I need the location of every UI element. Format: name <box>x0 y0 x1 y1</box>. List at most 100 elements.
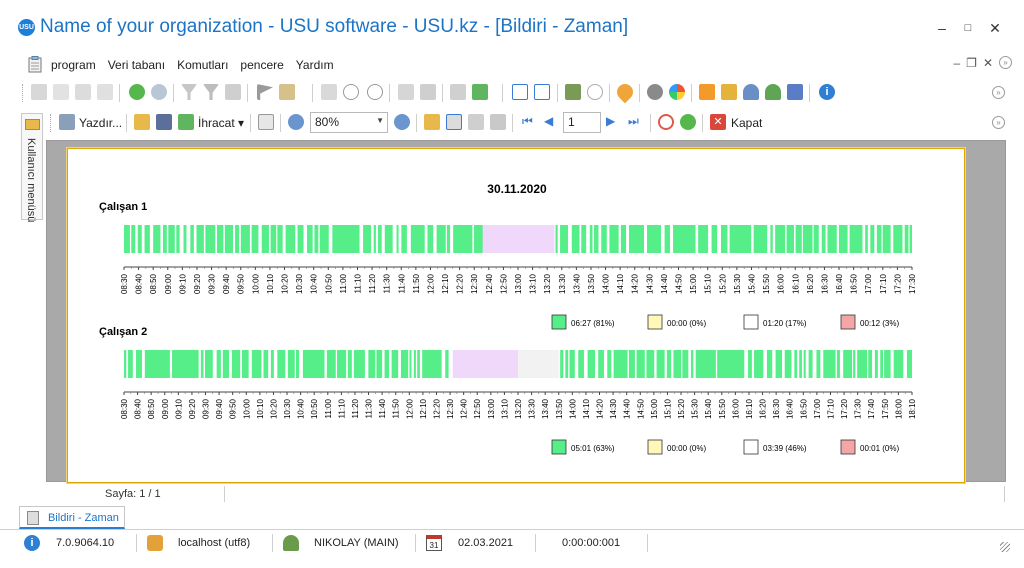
toolbar-overflow-icon[interactable]: » <box>992 86 1005 99</box>
maximize-button[interactable]: □ <box>958 18 978 38</box>
layout-icon[interactable] <box>446 114 462 130</box>
activity-segment <box>589 225 593 253</box>
activity-segment <box>609 225 619 253</box>
axis-tick-label: 09:50 <box>229 398 238 419</box>
user-menu-tab[interactable]: Kullanıcı menüsü <box>21 113 43 222</box>
axis-tick-label: 10:50 <box>310 398 319 419</box>
axis-tick-label: 15:10 <box>704 273 713 294</box>
insert-column-icon[interactable] <box>398 84 414 100</box>
printer-icon[interactable] <box>59 114 75 130</box>
activity-segment <box>555 225 558 253</box>
export-dropdown[interactable]: İhracat ▾ <box>198 116 244 130</box>
zoom-out-icon[interactable] <box>394 114 410 130</box>
menu-commands[interactable]: Komutları <box>177 58 228 72</box>
reload-icon[interactable] <box>680 114 696 130</box>
activity-segment <box>241 350 249 378</box>
close-window-button[interactable]: ✕ <box>985 18 1005 38</box>
minimize-button[interactable]: – <box>932 18 952 38</box>
expand-down-icon[interactable] <box>343 84 359 100</box>
menu-help[interactable]: Yardım <box>296 58 334 72</box>
axis-tick-label: 12:30 <box>470 273 479 294</box>
color-palette-icon[interactable] <box>669 84 685 100</box>
new-window-icon[interactable] <box>512 84 528 100</box>
image-icon[interactable] <box>279 84 295 100</box>
mdi-minimize-button[interactable]: – <box>953 56 960 70</box>
exit-icon[interactable] <box>565 84 581 100</box>
flag-icon[interactable] <box>257 84 273 100</box>
report-preview[interactable]: 30.11.2020 Çalışan 1 08:30 08:40 08:50 09:00 0… <box>46 140 1006 483</box>
refresh-icon[interactable] <box>129 84 145 100</box>
page-setup-icon[interactable] <box>490 114 506 130</box>
users-icon[interactable] <box>765 84 781 100</box>
export-icon[interactable] <box>178 114 194 130</box>
search-icon[interactable] <box>151 84 167 100</box>
next-page-icon[interactable]: ▶ <box>606 114 622 130</box>
page-number-input[interactable]: 1 <box>563 112 601 133</box>
save-record-icon[interactable] <box>97 84 113 100</box>
mdi-restore-button[interactable]: ❐ <box>966 56 977 70</box>
axis-tick-label: 16:40 <box>835 273 844 294</box>
axis-tick-label: 11:30 <box>365 398 374 418</box>
menu-bar: program Veri tabanı Komutları pencere Ya… <box>22 55 1012 75</box>
user-settings-icon[interactable] <box>743 84 759 100</box>
history-icon[interactable] <box>587 84 603 100</box>
separator <box>415 534 416 552</box>
menu-database[interactable]: Veri tabanı <box>108 58 165 72</box>
activity-segment <box>656 350 665 378</box>
copy-table-icon[interactable] <box>450 84 466 100</box>
separator <box>250 114 251 132</box>
axis-tick-label: 10:00 <box>242 398 251 419</box>
open-folder-icon[interactable] <box>134 114 150 130</box>
first-page-icon[interactable]: ⏮ <box>522 114 538 130</box>
page-preview-icon[interactable] <box>258 114 274 130</box>
find-icon[interactable] <box>468 114 484 130</box>
legend-swatch <box>840 314 856 330</box>
menu-window[interactable]: pencere <box>240 58 283 72</box>
collapse-up-icon[interactable] <box>367 84 383 100</box>
lock-icon[interactable] <box>721 84 737 100</box>
previous-page-icon[interactable]: ◀ <box>544 114 560 130</box>
toolbar-options-icon[interactable]: » <box>999 56 1012 69</box>
copy-icon[interactable] <box>53 84 69 100</box>
tree-icon[interactable] <box>424 114 440 130</box>
activity-segment <box>565 350 569 378</box>
tab-report-time[interactable]: Bildiri - Zaman <box>19 506 125 529</box>
resize-grip[interactable] <box>1000 542 1010 552</box>
rss-icon[interactable] <box>699 84 715 100</box>
delete-icon[interactable] <box>31 84 47 100</box>
activity-segment <box>373 225 376 253</box>
stop-icon[interactable] <box>658 114 674 130</box>
edit-icon[interactable] <box>75 84 91 100</box>
settings-icon[interactable] <box>647 84 663 100</box>
separator <box>312 84 313 102</box>
close-window-icon[interactable] <box>534 84 550 100</box>
menu-program[interactable]: program <box>51 58 96 72</box>
separator <box>1004 486 1005 502</box>
axis-tick-label: 14:30 <box>609 398 618 419</box>
toolbar-overflow-icon[interactable]: » <box>992 116 1005 129</box>
save-icon[interactable] <box>156 114 172 130</box>
activity-segment <box>427 225 434 253</box>
zoom-select[interactable]: 80% ▼ <box>310 112 388 133</box>
filter-settings-icon[interactable] <box>225 84 241 100</box>
axis-tick-label: 15:20 <box>718 273 727 294</box>
pin-tool-icon[interactable] <box>787 84 803 100</box>
note-icon[interactable] <box>420 84 436 100</box>
activity-segment <box>865 225 868 253</box>
activity-segment <box>409 350 412 378</box>
app-logo-icon: USU <box>18 19 35 36</box>
info-icon[interactable]: i <box>819 84 835 100</box>
filter-icon[interactable] <box>181 84 197 100</box>
map-pin-icon[interactable] <box>613 80 637 104</box>
excel-export-icon[interactable] <box>472 84 488 100</box>
toolbar-grip[interactable] <box>50 114 53 132</box>
toolbar-grip[interactable] <box>22 84 25 102</box>
zoom-in-icon[interactable] <box>288 114 304 130</box>
close-icon[interactable]: ✕ <box>710 114 726 130</box>
filter-clear-icon[interactable] <box>203 84 219 100</box>
print-button[interactable]: Yazdır... <box>79 116 122 130</box>
columns-icon[interactable] <box>321 84 337 100</box>
last-page-icon[interactable]: ⏭ <box>628 114 644 130</box>
close-report-button[interactable]: Kapat <box>731 116 762 130</box>
mdi-close-button[interactable]: ✕ <box>983 56 993 70</box>
